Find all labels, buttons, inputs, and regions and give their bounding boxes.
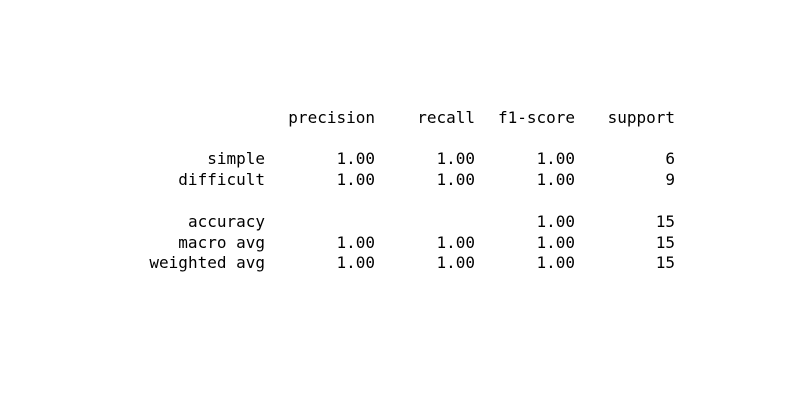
cell-difficult-precision: 1.00 <box>336 170 375 189</box>
column-header-support: support <box>607 108 675 127</box>
cell-accuracy-support: 15 <box>655 212 675 231</box>
cell-difficult-f1-score: 1.00 <box>536 170 575 189</box>
classification-report: precision recall f1-score support simple 1.00… <box>0 0 800 400</box>
cell-weighted-avg-support: 15 <box>655 253 675 272</box>
column-header-f1-score: f1-score <box>497 108 575 127</box>
cell-weighted-avg-f1-score: 1.00 <box>536 253 575 272</box>
cell-weighted-avg-precision: 1.00 <box>336 253 375 272</box>
row-label-simple: simple <box>207 149 265 168</box>
row-label-weighted-avg: weighted avg <box>149 253 265 272</box>
row-label-difficult: difficult <box>178 170 265 189</box>
cell-accuracy-f1-score: 1.00 <box>536 212 575 231</box>
cell-weighted-avg-recall: 1.00 <box>436 253 475 272</box>
cell-macro-avg-recall: 1.00 <box>436 233 475 252</box>
row-label-macro-avg: macro avg <box>178 233 265 252</box>
column-header-recall: recall <box>417 108 475 127</box>
row-label-accuracy: accuracy <box>187 212 265 231</box>
cell-difficult-recall: 1.00 <box>436 170 475 189</box>
cell-simple-f1-score: 1.00 <box>536 149 575 168</box>
cell-macro-avg-f1-score: 1.00 <box>536 233 575 252</box>
cell-macro-avg-precision: 1.00 <box>336 233 375 252</box>
column-header-precision: precision <box>288 108 375 127</box>
cell-macro-avg-support: 15 <box>655 233 675 252</box>
cell-simple-support: 6 <box>665 149 675 168</box>
cell-difficult-support: 9 <box>665 170 675 189</box>
cell-simple-recall: 1.00 <box>436 149 475 168</box>
cell-simple-precision: 1.00 <box>336 149 375 168</box>
